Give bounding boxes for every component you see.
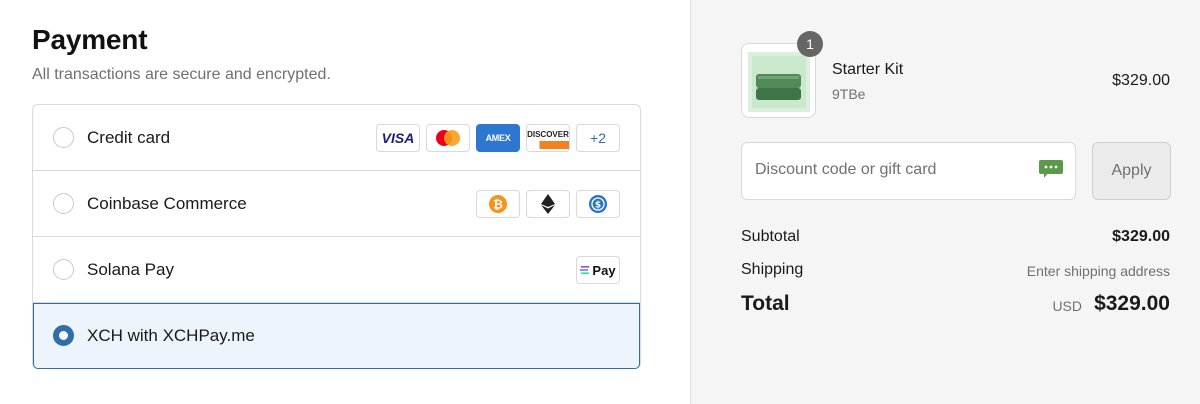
radio-credit-card[interactable] [53,127,74,148]
solana-pay-icon: Pay [576,256,620,284]
amex-icon: AMEX [476,124,520,152]
payment-methods-list: Credit card VISA AMEX DISCOVER +2 Coinba… [32,104,641,369]
payment-panel: Payment All transactions are secure and … [0,0,690,404]
svg-text:$: $ [595,201,601,211]
visa-icon: VISA [376,124,420,152]
solana-badges: Pay [576,256,620,284]
radio-coinbase[interactable] [53,193,74,214]
product-variant: 9TBe [832,86,866,102]
quantity-badge: 1 [797,31,823,57]
shipping-label: Shipping [741,261,804,278]
radio-xchpay[interactable] [53,325,74,346]
chat-bubble-icon [1039,160,1063,178]
ethereum-icon [526,190,570,218]
mastercard-icon [426,124,470,152]
order-summary-panel: 1 Starter Kit 9TBe $329.00 Apply Subtota… [690,0,1200,404]
discount-field[interactable] [741,142,1076,200]
total-label: Total [741,292,790,315]
more-cards-badge: +2 [576,124,620,152]
payment-method-credit-card[interactable]: Credit card VISA AMEX DISCOVER +2 [33,105,640,171]
payment-method-label: Solana Pay [87,260,174,279]
crypto-badges: ₿ $ [476,190,620,218]
subtotal-value: $329.00 [1112,228,1170,245]
payment-method-label: XCH with XCHPay.me [87,326,255,345]
payment-method-label: Credit card [87,128,171,147]
bitcoin-icon: ₿ [476,190,520,218]
payment-method-xchpay[interactable]: XCH with XCHPay.me [33,303,640,369]
discover-icon: DISCOVER [526,124,570,152]
shipping-value: Enter shipping address [1026,263,1170,279]
product-name: Starter Kit [832,61,904,78]
total-currency: USD [1052,298,1082,314]
discover-stripe [527,141,569,149]
solana-pay-label: Pay [592,262,616,278]
payment-method-solana-pay[interactable]: Solana Pay Pay [33,237,640,303]
discount-input[interactable] [755,161,1025,179]
apply-discount-button[interactable]: Apply [1092,142,1171,200]
usdc-icon: $ [576,190,620,218]
subtotal-label: Subtotal [741,228,800,245]
payment-subtitle: All transactions are secure and encrypte… [32,66,331,83]
card-brand-badges: VISA AMEX DISCOVER +2 [376,124,620,152]
total-value: $329.00 [1094,292,1170,315]
svg-text:₿: ₿ [493,198,503,212]
radio-solana-pay[interactable] [53,259,74,280]
page-title: Payment [32,24,148,55]
product-price: $329.00 [1112,72,1170,89]
payment-method-label: Coinbase Commerce [87,194,247,213]
payment-method-coinbase[interactable]: Coinbase Commerce ₿ $ [33,171,640,237]
discover-label: DISCOVER [527,130,569,139]
